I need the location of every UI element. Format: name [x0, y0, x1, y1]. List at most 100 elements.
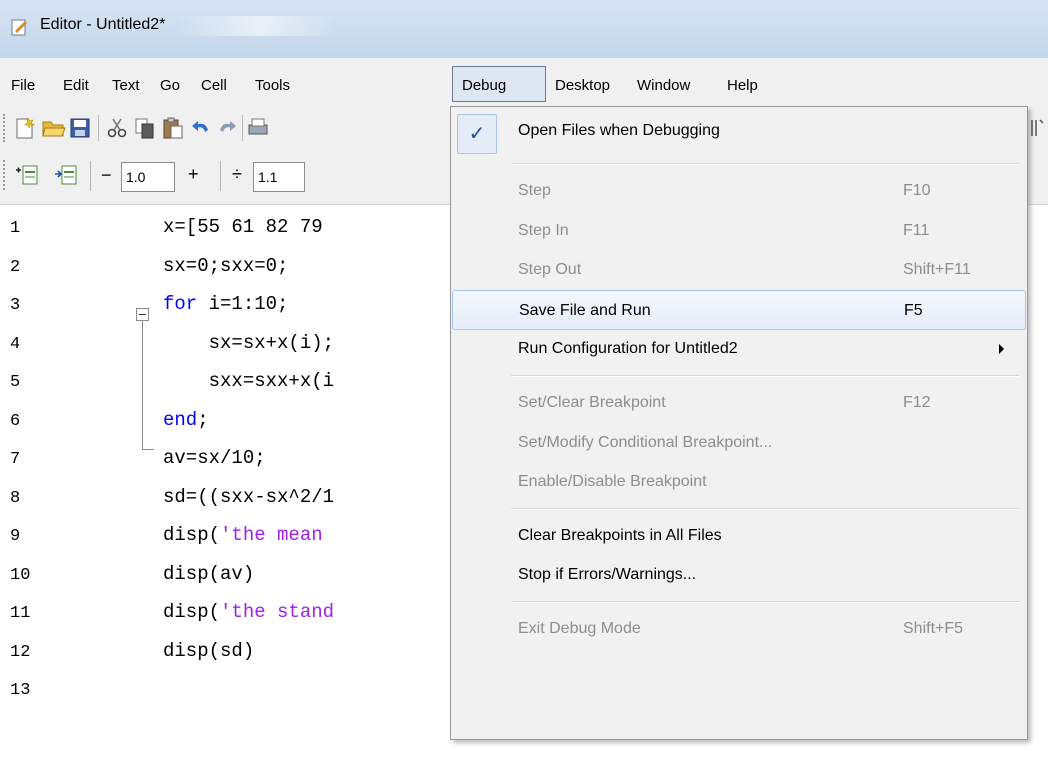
menu-item-label: Open Files when Debugging	[518, 122, 720, 139]
debug-menu-item[interactable]: ✓ Open Files when Debugging	[452, 111, 1026, 154]
line-number: 11	[10, 604, 31, 623]
line-number: 7	[10, 450, 21, 469]
line-number: 8	[10, 488, 21, 508]
divide-button[interactable]: ÷	[232, 164, 242, 185]
code-text: disp(av)	[163, 562, 255, 585]
code-text: sx=sx+x(i);	[163, 331, 335, 354]
line-number: 4	[10, 334, 21, 354]
menu-item-shortcut: F12	[903, 394, 931, 411]
menu-item-shortcut: Shift+F5	[903, 620, 964, 637]
debug-menu-item[interactable]: Clear Breakpoints in All Files	[452, 516, 1026, 556]
debug-menu-item: Step F10	[452, 171, 1026, 211]
code-string: 'the mean	[220, 524, 323, 546]
code-keyword: for	[163, 293, 198, 315]
toolbar-grip[interactable]	[3, 114, 8, 142]
menu-item-label: Save File and Run	[519, 301, 651, 319]
line-number: 6	[10, 411, 21, 431]
line-number: 12	[10, 642, 31, 662]
menu-item-label: Enable/Disable Breakpoint	[518, 473, 707, 491]
line-number: 2	[10, 257, 21, 277]
code-line[interactable]: av=sx/10;	[163, 447, 266, 469]
debug-menu-dropdown: ✓ Open Files when Debugging Step F10 Step In…	[450, 106, 1028, 740]
insert-cell-break-icon[interactable]	[15, 163, 39, 187]
fold-toggle-icon[interactable]	[136, 308, 149, 321]
menu-go[interactable]: Go	[160, 76, 180, 96]
save-icon[interactable]	[70, 118, 90, 138]
menu-file[interactable]: File	[11, 76, 35, 96]
print-icon[interactable]	[248, 117, 268, 139]
code-text: i=1:10;	[197, 293, 289, 315]
toolbar-grip-2[interactable]	[3, 160, 8, 190]
debug-menu-item: Enable/Disable Breakpoint	[452, 462, 1026, 502]
code-string: 'the stand	[220, 601, 335, 623]
menu-item-label: Set/Modify Conditional Breakpoint...	[518, 433, 773, 451]
toolbar-overflow-icon[interactable]	[1030, 118, 1044, 138]
menu-debug[interactable]: Debug	[462, 76, 506, 96]
menu-item-label: Stop if Errors/Warnings...	[518, 566, 697, 584]
title-bar: Editor - Untitled2*	[0, 0, 1048, 58]
code-line[interactable]: disp(av)	[163, 563, 254, 585]
menu-tools[interactable]: Tools	[255, 76, 290, 96]
debug-menu-item: Step In F11	[452, 211, 1026, 251]
code-text: av=sx/10;	[163, 447, 266, 469]
code-text: disp(sd)	[163, 639, 255, 662]
debug-menu-item: Exit Debug Mode Shift+F5	[452, 609, 1026, 649]
menu-window[interactable]: Window	[637, 76, 690, 96]
code-line[interactable]: sxx=sxx+x(i	[163, 370, 334, 392]
code-keyword: end	[163, 408, 198, 431]
menu-item-label: Exit Debug Mode	[518, 620, 641, 637]
code-line[interactable]: x=[55 61 82 79	[163, 216, 323, 238]
code-line[interactable]: disp(sd)	[163, 640, 254, 662]
decrement-button[interactable]: −	[101, 165, 112, 186]
paste-icon[interactable]	[162, 116, 184, 140]
menu-item-label: Set/Clear Breakpoint	[518, 394, 666, 411]
menu-item-shortcut: F5	[904, 301, 923, 319]
code-line[interactable]: sx=sx+x(i);	[163, 332, 334, 354]
debug-menu-item: Set/Clear Breakpoint F12	[452, 383, 1026, 423]
copy-icon[interactable]	[134, 117, 156, 139]
fold-end-mark	[142, 449, 154, 450]
menu-item-label: Step Out	[518, 261, 582, 279]
line-number: 10	[10, 565, 31, 585]
code-text: disp(	[163, 601, 221, 623]
menu-text[interactable]: Text	[112, 76, 140, 96]
increment-button[interactable]: +	[188, 164, 199, 185]
decrement-value-field[interactable]: 1.0	[121, 162, 175, 192]
menu-desktop[interactable]: Desktop	[555, 76, 610, 96]
check-icon: ✓	[457, 114, 497, 154]
new-file-icon[interactable]	[14, 116, 36, 140]
code-text: disp(	[163, 524, 221, 546]
debug-menu-item[interactable]: Save File and Run F5	[452, 289, 1026, 330]
debug-menu-item: Step Out Shift+F11	[452, 250, 1026, 290]
code-line[interactable]: end;	[163, 409, 209, 431]
code-line[interactable]: disp('the mean	[163, 524, 323, 546]
undo-icon[interactable]	[190, 118, 212, 138]
menu-cell[interactable]: Cell	[201, 76, 227, 96]
cut-icon[interactable]	[107, 117, 127, 139]
editor-window-icon	[11, 19, 27, 36]
line-number: 3	[10, 296, 21, 315]
menu-item-shortcut: F11	[903, 221, 930, 239]
open-folder-icon[interactable]	[42, 117, 66, 139]
menu-help[interactable]: Help	[727, 76, 758, 96]
line-number: 1	[10, 219, 21, 238]
code-line[interactable]: sd=((sxx-sx^2/1	[163, 486, 334, 508]
code-text: sd=((sxx-sx^2/1	[163, 485, 335, 508]
debug-menu-item[interactable]: Run Configuration for Untitled2	[452, 329, 1026, 369]
code-text: ;	[197, 408, 209, 431]
menu-item-label: Run Configuration for Untitled2	[518, 340, 738, 358]
window-title: Editor - Untitled2*	[40, 16, 166, 33]
code-text: sx=0;sxx=0;	[163, 254, 289, 277]
debug-menu-item[interactable]: Stop if Errors/Warnings...	[452, 555, 1026, 595]
code-line[interactable]: disp('the stand	[163, 601, 334, 623]
menu-item-shortcut: F10	[903, 182, 931, 199]
code-text: x=[55 61 82 79	[163, 216, 323, 238]
redo-icon[interactable]	[216, 118, 238, 138]
line-number: 13	[10, 681, 31, 700]
code-line[interactable]: sx=0;sxx=0;	[163, 255, 288, 277]
code-line[interactable]: for i=1:10;	[163, 293, 288, 315]
evaluate-cell-icon[interactable]	[53, 163, 79, 187]
menu-edit[interactable]: Edit	[63, 76, 89, 96]
fold-line	[142, 321, 143, 449]
divide-value-field[interactable]: 1.1	[253, 162, 305, 192]
